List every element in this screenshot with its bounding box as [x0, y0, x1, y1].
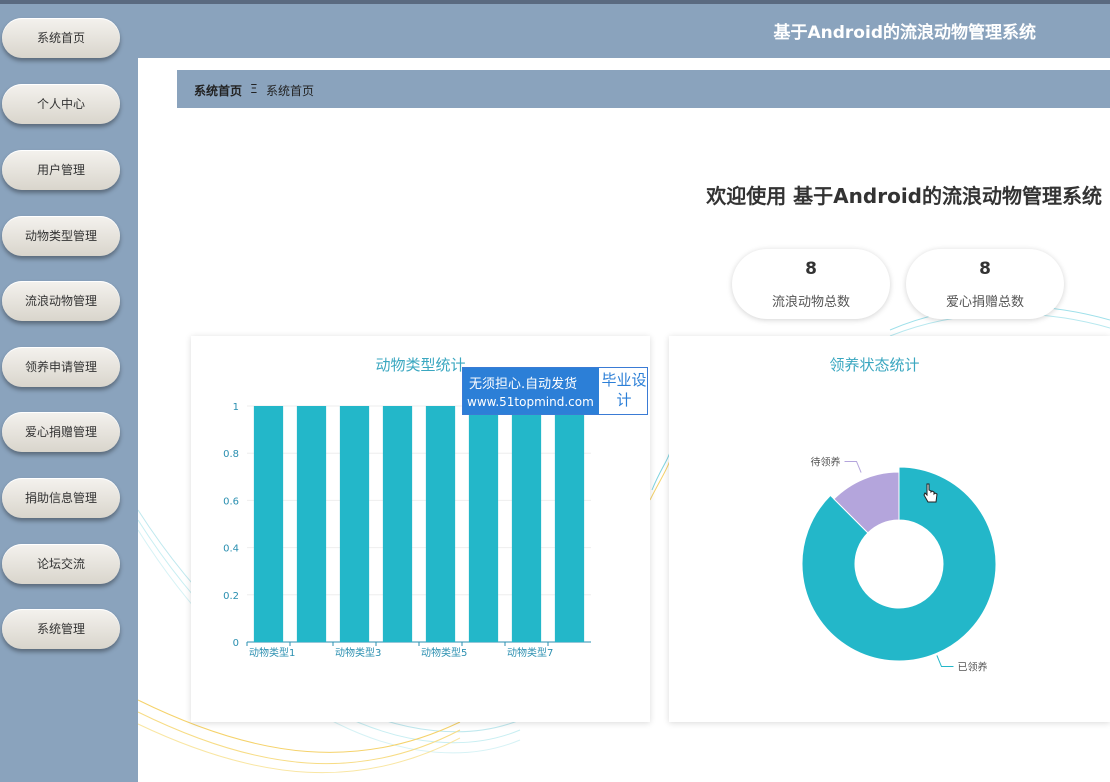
sidebar-item-system[interactable]: 系统管理 [2, 609, 120, 649]
bar[interactable] [468, 406, 499, 642]
y-tick-label: 0.8 [223, 449, 239, 460]
pie-label: 待领养 [811, 455, 841, 468]
pie-label: 已领养 [957, 661, 987, 674]
y-tick-label: 0.4 [223, 544, 239, 555]
watermark: 无须担心.自动发货 www.51topmind.com 毕业设计 [462, 367, 648, 415]
sidebar-item-users[interactable]: 用户管理 [2, 150, 120, 190]
watermark-line2: www.51topmind.com [467, 395, 594, 409]
sidebar-item-home[interactable]: 系统首页 [2, 18, 120, 58]
bar[interactable] [554, 406, 585, 642]
pie-label-line [936, 655, 954, 668]
breadcrumb: 系统首页 Ξ 系统首页 [177, 70, 1110, 108]
y-tick-label: 0.2 [223, 591, 239, 602]
pie-chart-panel: 领养状态统计 已领养 待领养 [669, 336, 1110, 722]
bar[interactable] [511, 406, 542, 642]
bar[interactable] [339, 406, 370, 642]
bar[interactable] [296, 406, 327, 642]
bar[interactable] [382, 406, 413, 642]
pie-label-line [844, 460, 862, 473]
stat-card-donations: 8 爱心捐赠总数 [906, 249, 1064, 319]
header: 基于Android的流浪动物管理系统 [138, 4, 1110, 58]
breadcrumb-separator: Ξ [250, 82, 258, 96]
y-tick-label: 1 [233, 402, 239, 413]
sidebar: 系统首页 个人中心 用户管理 动物类型管理 流浪动物管理 领养申请管理 爱心捐赠… [0, 4, 138, 782]
breadcrumb-home[interactable]: 系统首页 [194, 82, 242, 99]
x-tick-label: 动物类型7 [507, 646, 553, 659]
x-tick-label: 动物类型5 [421, 646, 467, 659]
stat-value: 8 [979, 259, 991, 279]
watermark-right: 毕业设计 [601, 371, 647, 409]
sidebar-item-animal-types[interactable]: 动物类型管理 [2, 216, 120, 256]
app-title: 基于Android的流浪动物管理系统 [773, 23, 1037, 43]
stat-label: 流浪动物总数 [771, 295, 850, 310]
watermark-badge: 无须担心.自动发货 www.51topmind.com [463, 368, 599, 414]
sidebar-item-adoption-applications[interactable]: 领养申请管理 [2, 347, 120, 387]
bar[interactable] [253, 406, 284, 642]
sidebar-item-stray-animals[interactable]: 流浪动物管理 [2, 281, 120, 321]
y-tick-label: 0 [233, 638, 239, 649]
y-tick-label: 0.6 [223, 496, 239, 507]
pie-chart: 已领养 待领养 [801, 455, 997, 674]
sidebar-item-donation-info[interactable]: 捐助信息管理 [2, 478, 120, 518]
bar[interactable] [425, 406, 456, 642]
sidebar-item-donations[interactable]: 爱心捐赠管理 [2, 412, 120, 452]
stat-label: 爱心捐赠总数 [945, 295, 1024, 310]
stat-card-stray-animals: 8 流浪动物总数 [732, 249, 890, 319]
breadcrumb-current: 系统首页 [266, 84, 315, 98]
stat-value: 8 [805, 259, 817, 279]
welcome-title: 欢迎使用 基于Android的流浪动物管理系统 [706, 184, 1102, 208]
x-tick-label: 动物类型1 [249, 646, 295, 659]
sidebar-item-forum[interactable]: 论坛交流 [2, 544, 120, 584]
watermark-line1: 无须担心.自动发货 [469, 377, 578, 392]
x-tick-label: 动物类型3 [335, 646, 381, 659]
hand-cursor-icon [923, 483, 938, 503]
sidebar-item-profile[interactable]: 个人中心 [2, 84, 120, 124]
